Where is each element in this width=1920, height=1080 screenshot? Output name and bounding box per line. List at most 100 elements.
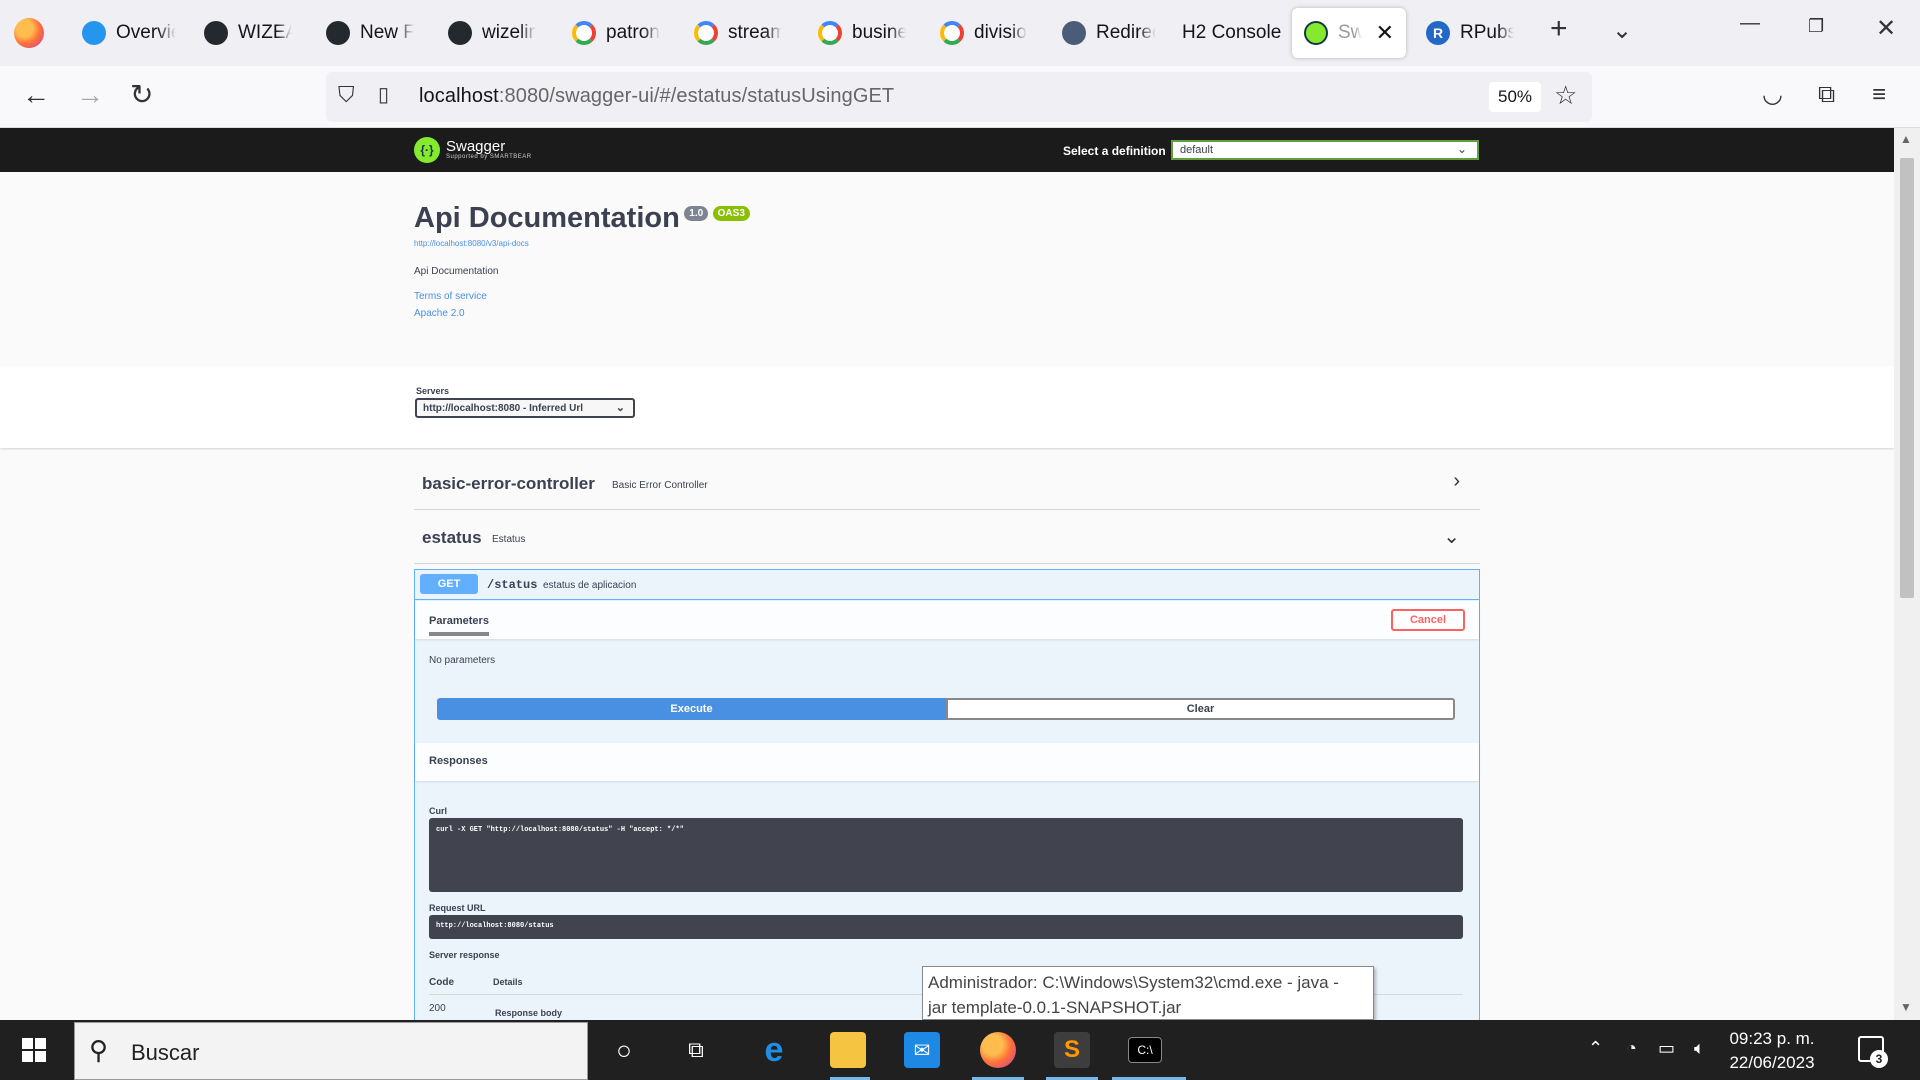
volume-icon[interactable]: 🔈︎ <box>1694 1038 1705 1059</box>
file-explorer-icon[interactable] <box>830 1032 866 1068</box>
tab-redirect[interactable]: Redirec <box>1050 8 1168 58</box>
minimize-icon[interactable]: — <box>1740 12 1760 35</box>
tab-swagger[interactable]: Swa ✕ <box>1292 8 1406 58</box>
execute-button[interactable]: Execute <box>437 698 946 720</box>
operation-get-status: GET /status estatus de aplicacion Parame… <box>414 569 1480 1020</box>
google-icon <box>572 21 596 45</box>
forward-icon[interactable]: → <box>76 80 104 110</box>
shield-icon[interactable]: ⛉ <box>338 80 355 110</box>
taskbar-clock[interactable]: 09:23 p. m. 22/06/2023 <box>1722 1027 1822 1075</box>
google-icon <box>694 21 718 45</box>
scroll-down-icon[interactable]: ▼ <box>1900 1000 1912 1014</box>
operation-summary[interactable]: GET /status estatus de aplicacion <box>415 570 1479 600</box>
zoom-level-button[interactable]: 50% <box>1489 82 1541 112</box>
api-description: Api Documentation <box>414 266 499 277</box>
api-docs-link[interactable]: http://localhost:8080/v3/api-docs <box>414 239 750 248</box>
request-url-label: Request URL <box>429 903 486 913</box>
pocket-icon[interactable]: ◡ <box>1762 80 1783 110</box>
tab-rpubs[interactable]: R RPubs <box>1414 8 1526 58</box>
swagger-logo[interactable]: {·} Swagger Supported by SMARTBEAR <box>414 137 532 163</box>
tab-parameters[interactable]: Parameters <box>429 615 489 636</box>
response-code: 200 <box>429 1003 446 1014</box>
license-link[interactable]: Apache 2.0 <box>414 308 750 319</box>
back-icon[interactable]: ← <box>22 80 50 110</box>
taskbar-search[interactable]: ⚲ Buscar <box>74 1022 588 1080</box>
page-icon: ▯ <box>378 84 390 106</box>
windows-start-icon[interactable] <box>22 1038 46 1062</box>
close-icon[interactable]: ✕ <box>1376 20 1394 46</box>
app-menu-icon[interactable]: ≡ <box>1872 80 1886 110</box>
tab-division[interactable]: divisio <box>928 8 1040 58</box>
restore-icon[interactable]: ❐ <box>1808 16 1824 37</box>
select-definition-label: Select a definition <box>1063 144 1166 158</box>
docker-icon <box>82 21 106 45</box>
page-title: Api Documentation <box>414 202 680 234</box>
google-icon <box>940 21 964 45</box>
operation-description: estatus de aplicacion <box>543 580 637 591</box>
wifi-icon[interactable]: ◔ <box>1626 1038 1637 1059</box>
server-response-label: Server response <box>429 950 500 960</box>
chevron-right-icon[interactable]: › <box>1453 470 1460 493</box>
tag-estatus[interactable]: estatus Estatus ⌄ <box>414 512 1480 564</box>
github-icon <box>326 21 350 45</box>
responses-title: Responses <box>429 755 488 767</box>
servers-select[interactable]: http://localhost:8080 - Inferred Url ⌄ <box>415 398 635 418</box>
window-close-icon[interactable]: ✕ <box>1876 14 1896 43</box>
mail-icon[interactable]: ✉ <box>904 1032 940 1068</box>
bookmark-star-icon[interactable]: ☆ <box>1554 80 1577 110</box>
github-icon <box>448 21 472 45</box>
tray-chevron-up-icon[interactable]: ⌃ <box>1588 1038 1603 1059</box>
scroll-thumb[interactable] <box>1900 158 1914 598</box>
scroll-up-icon[interactable]: ▲ <box>1900 132 1912 146</box>
extensions-icon[interactable]: ⧉ <box>1818 80 1835 110</box>
url-text[interactable]: localhost:8080/swagger-ui/#/estatus/stat… <box>419 85 894 108</box>
tab-stream[interactable]: stream <box>682 8 794 58</box>
definition-select[interactable]: default ⌄ <box>1171 140 1479 160</box>
task-view-icon[interactable]: ⧉ <box>678 1032 714 1068</box>
github-icon <box>204 21 228 45</box>
battery-icon[interactable]: ▭ <box>1658 1038 1675 1059</box>
tab-business[interactable]: busine <box>806 8 918 58</box>
tab-overview[interactable]: Overvie <box>70 8 188 58</box>
redirect-icon <box>1062 21 1086 45</box>
oas-badge: OAS3 <box>712 206 750 221</box>
execute-button-group: Execute Clear <box>437 698 1455 720</box>
col-details: Details <box>493 977 523 987</box>
firefox-menu-icon[interactable] <box>14 18 44 48</box>
swagger-logo-icon: {·} <box>414 137 440 163</box>
browser-tab-bar: Overvie WIZEA New Fil wizelin patron str… <box>0 0 1920 66</box>
tab-wizea[interactable]: WIZEA <box>192 8 304 58</box>
sublime-text-icon[interactable]: S <box>1054 1032 1090 1068</box>
firefox-icon[interactable] <box>980 1032 1016 1068</box>
clear-button[interactable]: Clear <box>946 698 1455 720</box>
tag-basic-error-controller[interactable]: basic-error-controller Basic Error Contr… <box>414 458 1480 510</box>
no-parameters-text: No parameters <box>429 655 496 666</box>
reload-icon[interactable]: ↻ <box>130 80 153 110</box>
terms-of-service-link[interactable]: Terms of service <box>414 291 750 302</box>
tab-list-chevron-icon[interactable]: ⌄ <box>1612 16 1632 45</box>
responses-header: Responses <box>415 743 1479 781</box>
tab-wizeline[interactable]: wizelin <box>436 8 548 58</box>
page-scrollbar[interactable]: ▲ ▼ <box>1894 128 1920 1020</box>
tab-patron[interactable]: patron <box>560 8 672 58</box>
windows-taskbar: ⚲ Buscar ○ ⧉ e ✉ S C:\ ⌃ ◔ ▭ 🔈︎ 09:23 p.… <box>0 1020 1920 1080</box>
chevron-down-icon: ⌄ <box>1456 142 1467 156</box>
response-body-label: Response body <box>495 1008 563 1018</box>
cortana-icon[interactable]: ○ <box>606 1032 642 1068</box>
version-badge: 1.0 <box>684 206 709 221</box>
chevron-down-icon[interactable]: ⌄ <box>1443 524 1460 549</box>
method-badge: GET <box>420 574 478 594</box>
request-url-block[interactable]: http://localhost:8080/status <box>429 915 1463 939</box>
tab-new-file[interactable]: New Fil <box>314 8 426 58</box>
cancel-button[interactable]: Cancel <box>1391 609 1465 631</box>
servers-section: Servers http://localhost:8080 - Inferred… <box>0 366 1894 448</box>
new-tab-icon[interactable]: + <box>1550 12 1568 46</box>
tab-h2-console[interactable]: H2 Console <box>1170 8 1288 58</box>
servers-label: Servers <box>416 386 450 396</box>
notification-count-badge: 3 <box>1870 1050 1888 1068</box>
url-bar[interactable]: ⛉ ▯ localhost:8080/swagger-ui/#/estatus/… <box>326 72 1592 122</box>
cmd-icon[interactable]: C:\ <box>1128 1037 1162 1063</box>
operation-path: /status <box>487 578 538 592</box>
edge-icon[interactable]: e <box>756 1031 792 1069</box>
curl-code-block[interactable]: curl -X GET "http://localhost:8080/statu… <box>429 818 1463 892</box>
